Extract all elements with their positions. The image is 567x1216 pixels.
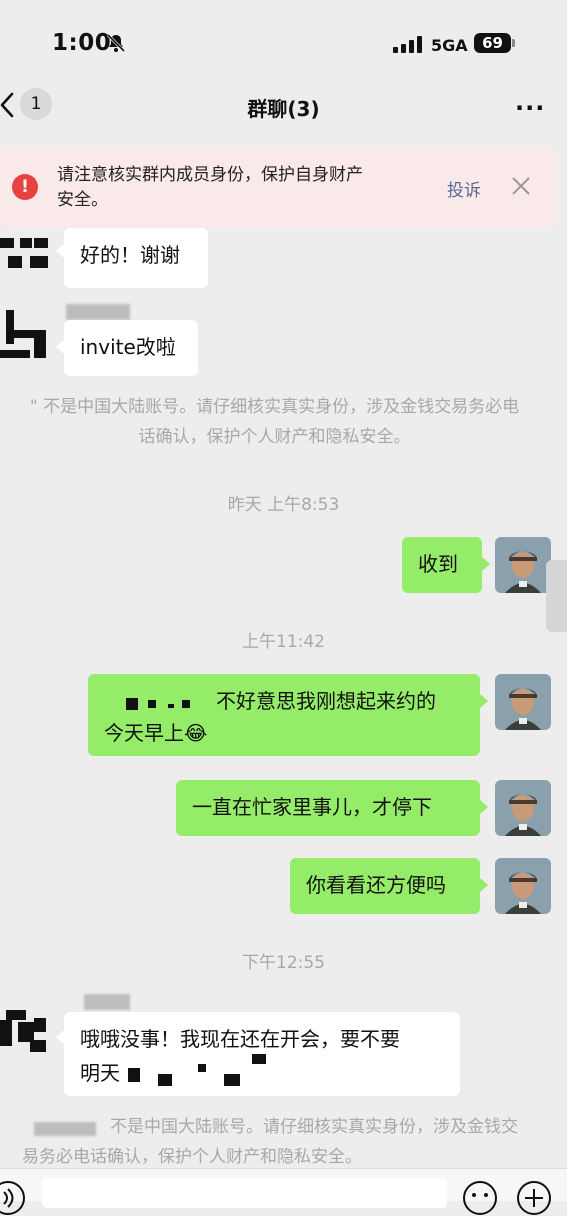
sender-avatar[interactable] (0, 1000, 48, 1056)
bubble-tail (482, 557, 490, 571)
mute-bell-icon (106, 33, 126, 53)
warning-text: 请注意核实群内成员身份，保护自身财产安全。 (57, 165, 363, 210)
bubble-tail (480, 878, 488, 892)
close-icon[interactable] (510, 175, 532, 197)
battery-indicator: 69 (474, 33, 511, 53)
more-icon[interactable]: ··· (515, 94, 545, 122)
redacted-text (128, 1054, 278, 1086)
avatar-illustration (495, 537, 551, 593)
bubble-tail (480, 694, 488, 708)
battery-level: 69 (482, 34, 503, 52)
message-bubble[interactable]: 收到 (402, 537, 482, 593)
message-input[interactable] (42, 1178, 447, 1208)
sender-avatar[interactable] (0, 238, 48, 268)
message-line: 今天早上😂 (104, 721, 208, 745)
my-avatar[interactable] (495, 858, 551, 914)
bubble-tail (480, 800, 488, 814)
signal-icon (393, 36, 422, 53)
redacted-mention (126, 698, 190, 710)
my-avatar[interactable] (495, 780, 551, 836)
timestamp: 昨天 上午8:53 (227, 495, 340, 515)
message-bubble[interactable]: 不好意思我刚想起来约的 今天早上😂 (88, 674, 480, 756)
battery-tip (512, 39, 515, 47)
sender-avatar[interactable] (0, 302, 48, 358)
message-bubble[interactable]: 你看看还方便吗 (290, 858, 480, 914)
sender-name (84, 994, 130, 1010)
emoji-icon[interactable] (462, 1180, 498, 1216)
message-bubble[interactable]: 哦哦没事！我现在还在开会，要不要 明天 (64, 1012, 460, 1096)
bubble-tail (56, 1030, 64, 1044)
voice-icon[interactable] (0, 1180, 26, 1216)
sender-name (66, 304, 130, 320)
plus-icon[interactable] (516, 1180, 552, 1216)
message-bubble[interactable]: 好的！谢谢 (64, 228, 208, 288)
avatar-illustration (495, 674, 551, 730)
my-avatar[interactable] (495, 537, 551, 593)
timestamp: 下午12:55 (242, 953, 325, 973)
avatar-illustration (495, 858, 551, 914)
message-bubble[interactable]: invite改啦 (64, 320, 198, 376)
system-notice: " 不是中国大陆账号。请仔细核实真实身份，涉及金钱交易务必电话确认，保护个人财产… (29, 397, 520, 447)
message-line: 不好意思我刚想起来约的 (216, 689, 436, 713)
timestamp: 上午11:42 (242, 632, 325, 652)
my-avatar[interactable] (495, 674, 551, 730)
bubble-tail (56, 244, 64, 258)
avatar-illustration (495, 780, 551, 836)
system-notice: 不是中国大陆账号。请仔细核实真实身份，涉及金钱交易务必电话确认，保护个人财产和隐… (22, 1117, 518, 1167)
network-type: 5GA (431, 36, 468, 55)
message-bubble[interactable]: 一直在忙家里事儿，才停下 (176, 780, 480, 836)
report-link[interactable]: 投诉 (447, 176, 481, 201)
message-line: 哦哦没事！我现在还在开会，要不要 (80, 1027, 400, 1051)
alert-icon: ! (12, 174, 38, 200)
status-time: 1:00 (52, 30, 112, 56)
side-drawer-handle[interactable] (546, 560, 567, 632)
message-line: 明天 (80, 1061, 120, 1085)
chat-title: 群聊(3) (247, 97, 320, 121)
bubble-tail (56, 340, 64, 354)
